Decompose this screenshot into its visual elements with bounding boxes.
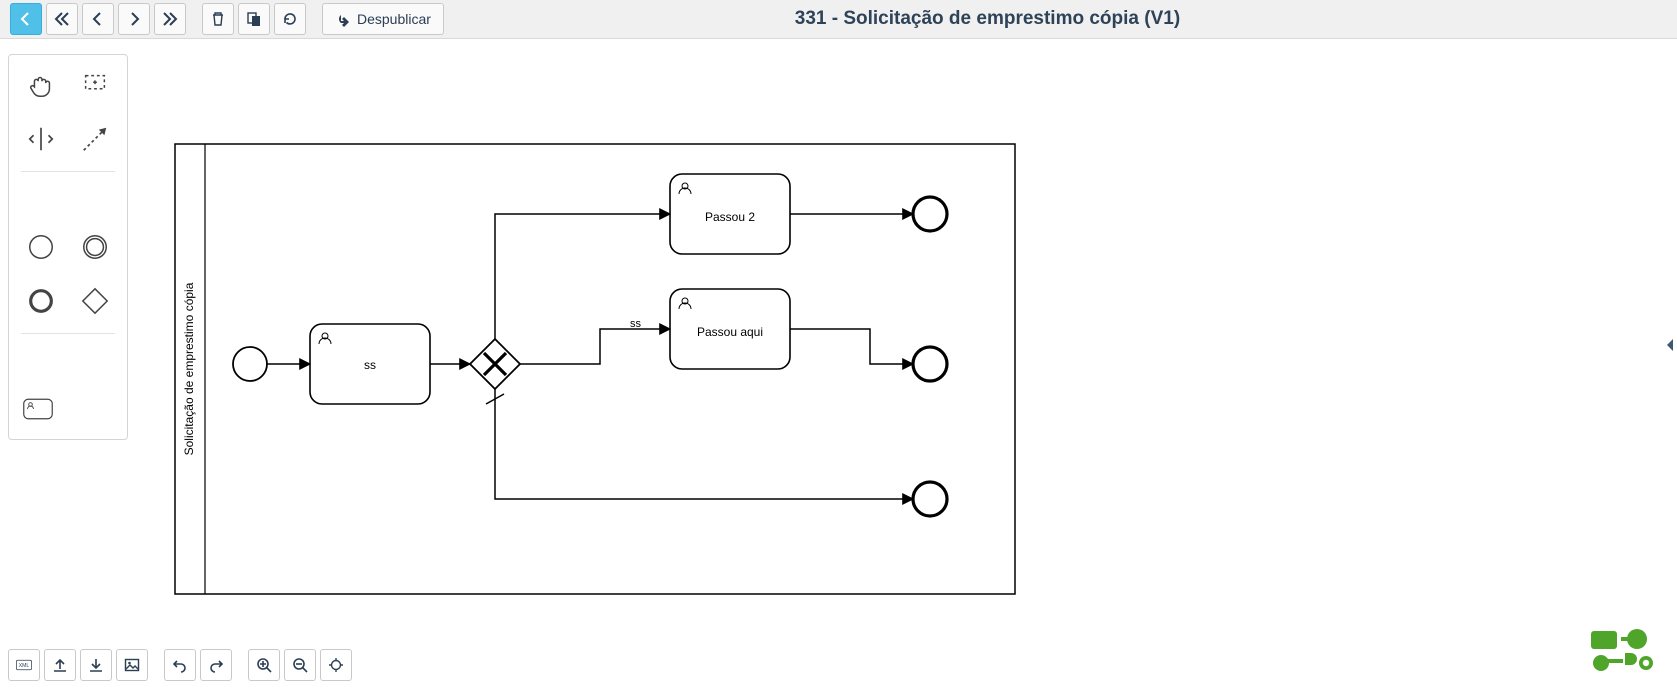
nav-next-button[interactable] <box>118 3 150 35</box>
end-event-2[interactable] <box>913 347 947 381</box>
download-button[interactable] <box>80 649 112 681</box>
circle-thick-icon <box>26 286 56 316</box>
svg-text:XML: XML <box>19 663 30 669</box>
chevron-left-icon <box>18 11 34 27</box>
start-event[interactable] <box>233 347 267 381</box>
flow-label-ss: ss <box>630 318 642 330</box>
pool[interactable] <box>175 144 1015 594</box>
nav-first-button[interactable] <box>46 3 78 35</box>
caret-left-icon <box>1665 338 1675 352</box>
chevron-right-icon <box>126 11 142 27</box>
chevrons-right-icon <box>162 11 178 27</box>
task-passou-2-label: Passou 2 <box>705 210 755 224</box>
space-tool-icon <box>26 124 56 154</box>
task-passou-2[interactable]: Passou 2 <box>670 174 790 254</box>
image-icon <box>124 657 140 673</box>
copy-button[interactable] <box>238 3 270 35</box>
pool-label: Solicitação de emprestimo cópia <box>182 282 196 455</box>
shape-end-event[interactable] <box>17 277 65 325</box>
task-ss-label: ss <box>364 358 376 372</box>
zoom-in-icon <box>256 657 272 673</box>
user-task-icon <box>23 394 53 424</box>
shape-palette <box>8 54 128 440</box>
right-panel-toggle[interactable] <box>1663 315 1677 375</box>
nav-back-button[interactable] <box>10 3 42 35</box>
end-event-3[interactable] <box>913 482 947 516</box>
nav-prev-button[interactable] <box>82 3 114 35</box>
undo-icon <box>172 657 188 673</box>
zoom-out-icon <box>292 657 308 673</box>
diagram-canvas[interactable]: Solicitação de emprestimo cópia ss <box>130 54 1647 639</box>
tool-hand[interactable] <box>17 61 65 109</box>
zoom-in-button[interactable] <box>248 649 280 681</box>
shape-intermediate-event[interactable] <box>71 223 119 271</box>
tool-connect[interactable] <box>71 115 119 163</box>
diamond-icon <box>80 286 110 316</box>
lasso-icon <box>80 70 110 100</box>
copy-icon <box>246 11 262 27</box>
undo-button[interactable] <box>164 649 196 681</box>
download-icon <box>88 657 104 673</box>
chevrons-left-icon <box>54 11 70 27</box>
redo-icon <box>208 657 224 673</box>
hand-icon <box>26 70 56 100</box>
crosshair-icon <box>328 657 344 673</box>
top-toolbar: Despublicar 331 - Solicitação de emprest… <box>0 0 1677 39</box>
tool-space[interactable] <box>17 115 65 163</box>
export-image-button[interactable] <box>116 649 148 681</box>
bpmn-io-logo <box>1591 629 1655 671</box>
task-ss[interactable]: ss <box>310 324 430 404</box>
zoom-fit-button[interactable] <box>320 649 352 681</box>
connection-icon <box>80 124 110 154</box>
xml-badge-icon: XML <box>16 657 32 673</box>
export-xml-button[interactable]: XML <box>8 649 40 681</box>
upload-icon <box>52 657 68 673</box>
bpmn-diagram: Solicitação de emprestimo cópia ss <box>170 139 1020 599</box>
circle-thin-icon <box>26 232 56 262</box>
refresh-icon <box>282 11 298 27</box>
nav-last-button[interactable] <box>154 3 186 35</box>
shape-user-task[interactable] <box>17 385 71 433</box>
trash-icon <box>210 11 226 27</box>
zoom-out-button[interactable] <box>284 649 316 681</box>
task-passou-aqui-label: Passou aqui <box>697 325 763 339</box>
refresh-button[interactable] <box>274 3 306 35</box>
import-button[interactable] <box>44 649 76 681</box>
shape-gateway[interactable] <box>71 277 119 325</box>
chevron-left-icon <box>90 11 106 27</box>
redo-button[interactable] <box>200 649 232 681</box>
delete-button[interactable] <box>202 3 234 35</box>
end-event-1[interactable] <box>913 197 947 231</box>
circle-double-icon <box>80 232 110 262</box>
tool-lasso[interactable] <box>71 61 119 109</box>
page-title: 331 - Solicitação de emprestimo cópia (V… <box>308 8 1667 30</box>
bottom-toolbar: XML <box>8 649 352 681</box>
shape-start-event[interactable] <box>17 223 65 271</box>
task-passou-aqui[interactable]: Passou aqui <box>670 289 790 369</box>
